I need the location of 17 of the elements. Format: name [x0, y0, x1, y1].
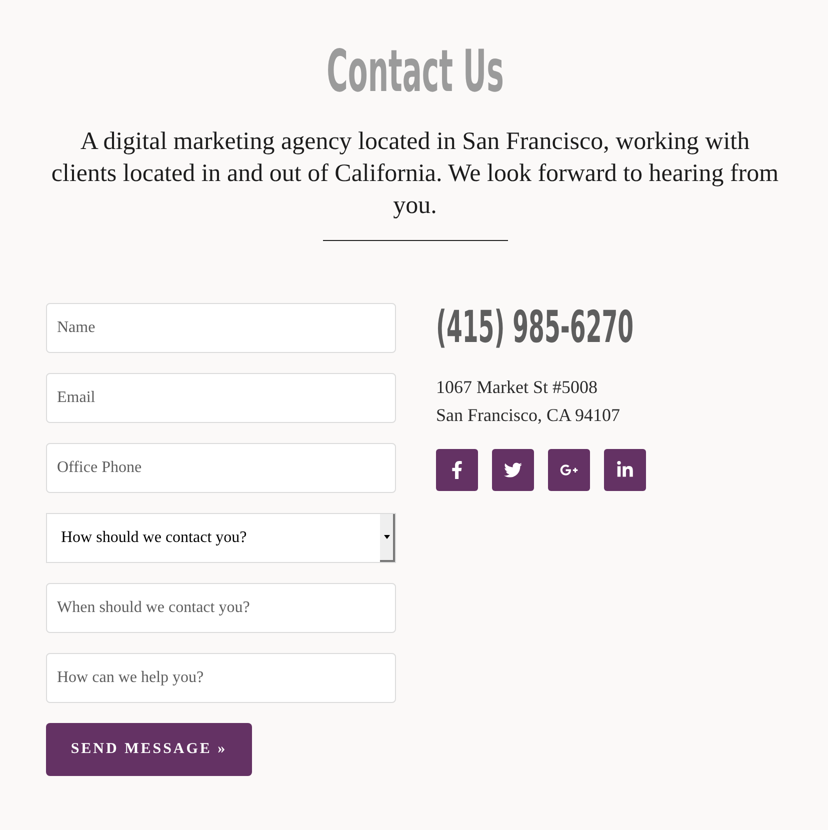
- send-message-button[interactable]: SEND MESSAGE »: [46, 723, 252, 776]
- input-field[interactable]: When should we contact you?: [46, 583, 396, 633]
- select-field[interactable]: How should we contact you?: [46, 513, 396, 563]
- twitter-icon[interactable]: [492, 449, 534, 491]
- phone-number: (415) 985-6270: [436, 303, 634, 353]
- address-line: San Francisco, CA 94107: [436, 404, 620, 427]
- input-field[interactable]: Office Phone: [46, 443, 396, 493]
- input-field[interactable]: Email: [46, 373, 396, 423]
- caret-icon: [380, 514, 395, 562]
- linkedin-icon[interactable]: [604, 449, 646, 491]
- input-field[interactable]: Name: [46, 303, 396, 353]
- page-title: Contact Us: [326, 38, 504, 104]
- facebook-icon[interactable]: [436, 449, 478, 491]
- google-plus-icon[interactable]: [548, 449, 590, 491]
- intro-text: A digital marketing agency located in San Francisco, working with clients located in and out of California. We look forward to hearing from you.: [50, 127, 780, 221]
- address-line: 1067 Market St #5008: [436, 376, 598, 399]
- input-field[interactable]: How can we help you?: [46, 653, 396, 703]
